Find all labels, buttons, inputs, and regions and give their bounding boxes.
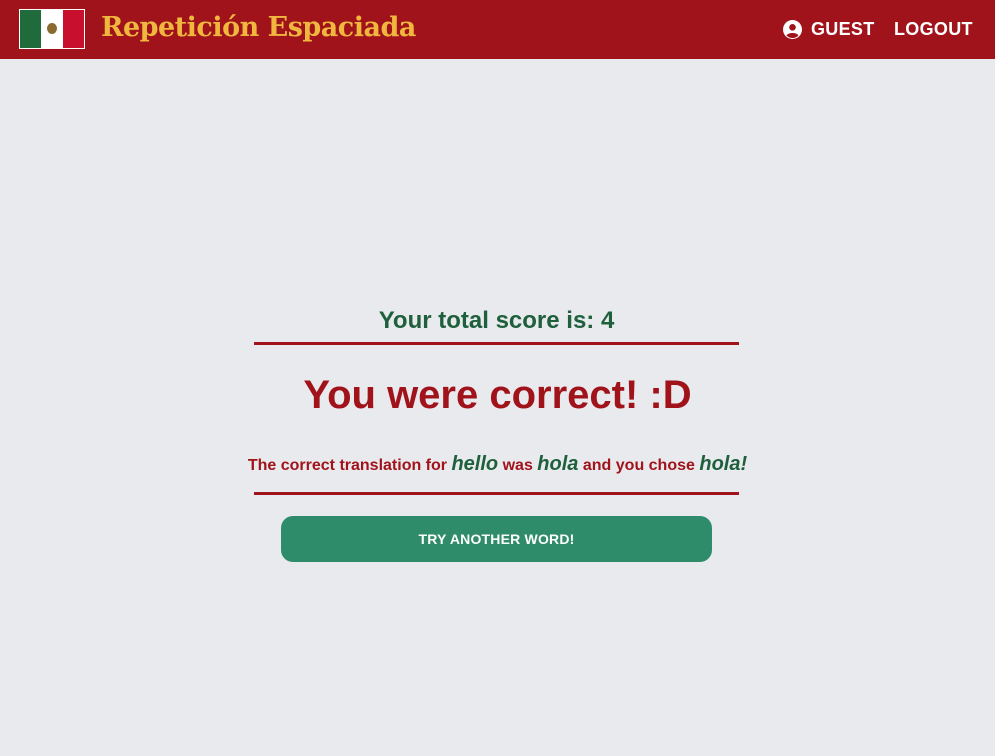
flag-crest bbox=[47, 23, 57, 34]
translation-prefix: The correct translation for bbox=[247, 457, 448, 474]
top-nav-bar: Repetición Espaciada GUEST LOGOUT bbox=[0, 0, 995, 59]
translation-word: hola bbox=[537, 453, 579, 475]
divider-bottom bbox=[254, 492, 739, 495]
translation-summary: The correct translation for hello was ho… bbox=[150, 450, 845, 480]
divider-top bbox=[254, 342, 739, 345]
flag-green-stripe bbox=[20, 10, 41, 48]
flag-red-stripe bbox=[63, 10, 84, 48]
original-word: hello bbox=[451, 453, 499, 475]
was-label: was bbox=[502, 457, 533, 474]
flag-white-stripe bbox=[41, 10, 63, 48]
chosen-word: hola! bbox=[699, 453, 748, 475]
result-headline: You were correct! :D bbox=[303, 373, 692, 417]
user-name-label: GUEST bbox=[811, 18, 875, 39]
mexico-flag-icon[interactable] bbox=[19, 9, 85, 49]
try-another-word-button[interactable]: TRY ANOTHER WORD! bbox=[281, 516, 712, 562]
app-title[interactable]: Repetición Espaciada bbox=[101, 10, 416, 46]
chose-label: and you chose bbox=[582, 457, 695, 474]
user-menu[interactable]: GUEST bbox=[783, 17, 875, 41]
logout-link[interactable]: LOGOUT bbox=[894, 17, 973, 41]
user-circle-icon bbox=[783, 19, 802, 39]
total-score-text: Your total score is: 4 bbox=[378, 307, 615, 334]
